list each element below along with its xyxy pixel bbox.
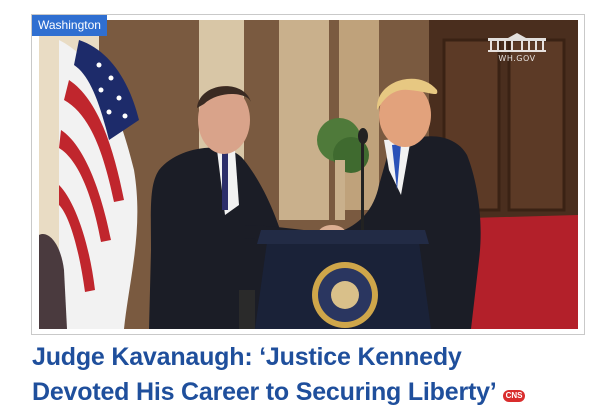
headline-line-1: Judge Kavanaugh: ‘Justice Kennedy	[32, 343, 462, 371]
headline-link[interactable]: Judge Kavanaugh: ‘Justice Kennedy Devote…	[32, 340, 592, 410]
watermark-text: WH.GOV	[498, 54, 536, 63]
wh-gov-watermark: WH.GOV	[486, 32, 548, 63]
photo-scene	[39, 20, 578, 329]
headline-line-2: Devoted His Career to Securing Liberty’	[32, 378, 497, 406]
news-card[interactable]: WH.GOV Washington Judge Kavanaugh: ‘Just…	[0, 0, 613, 412]
category-tag[interactable]: Washington	[32, 15, 107, 36]
news-photo[interactable]: WH.GOV	[39, 20, 578, 329]
white-house-icon	[486, 32, 548, 52]
source-badge: CNS	[502, 390, 526, 402]
